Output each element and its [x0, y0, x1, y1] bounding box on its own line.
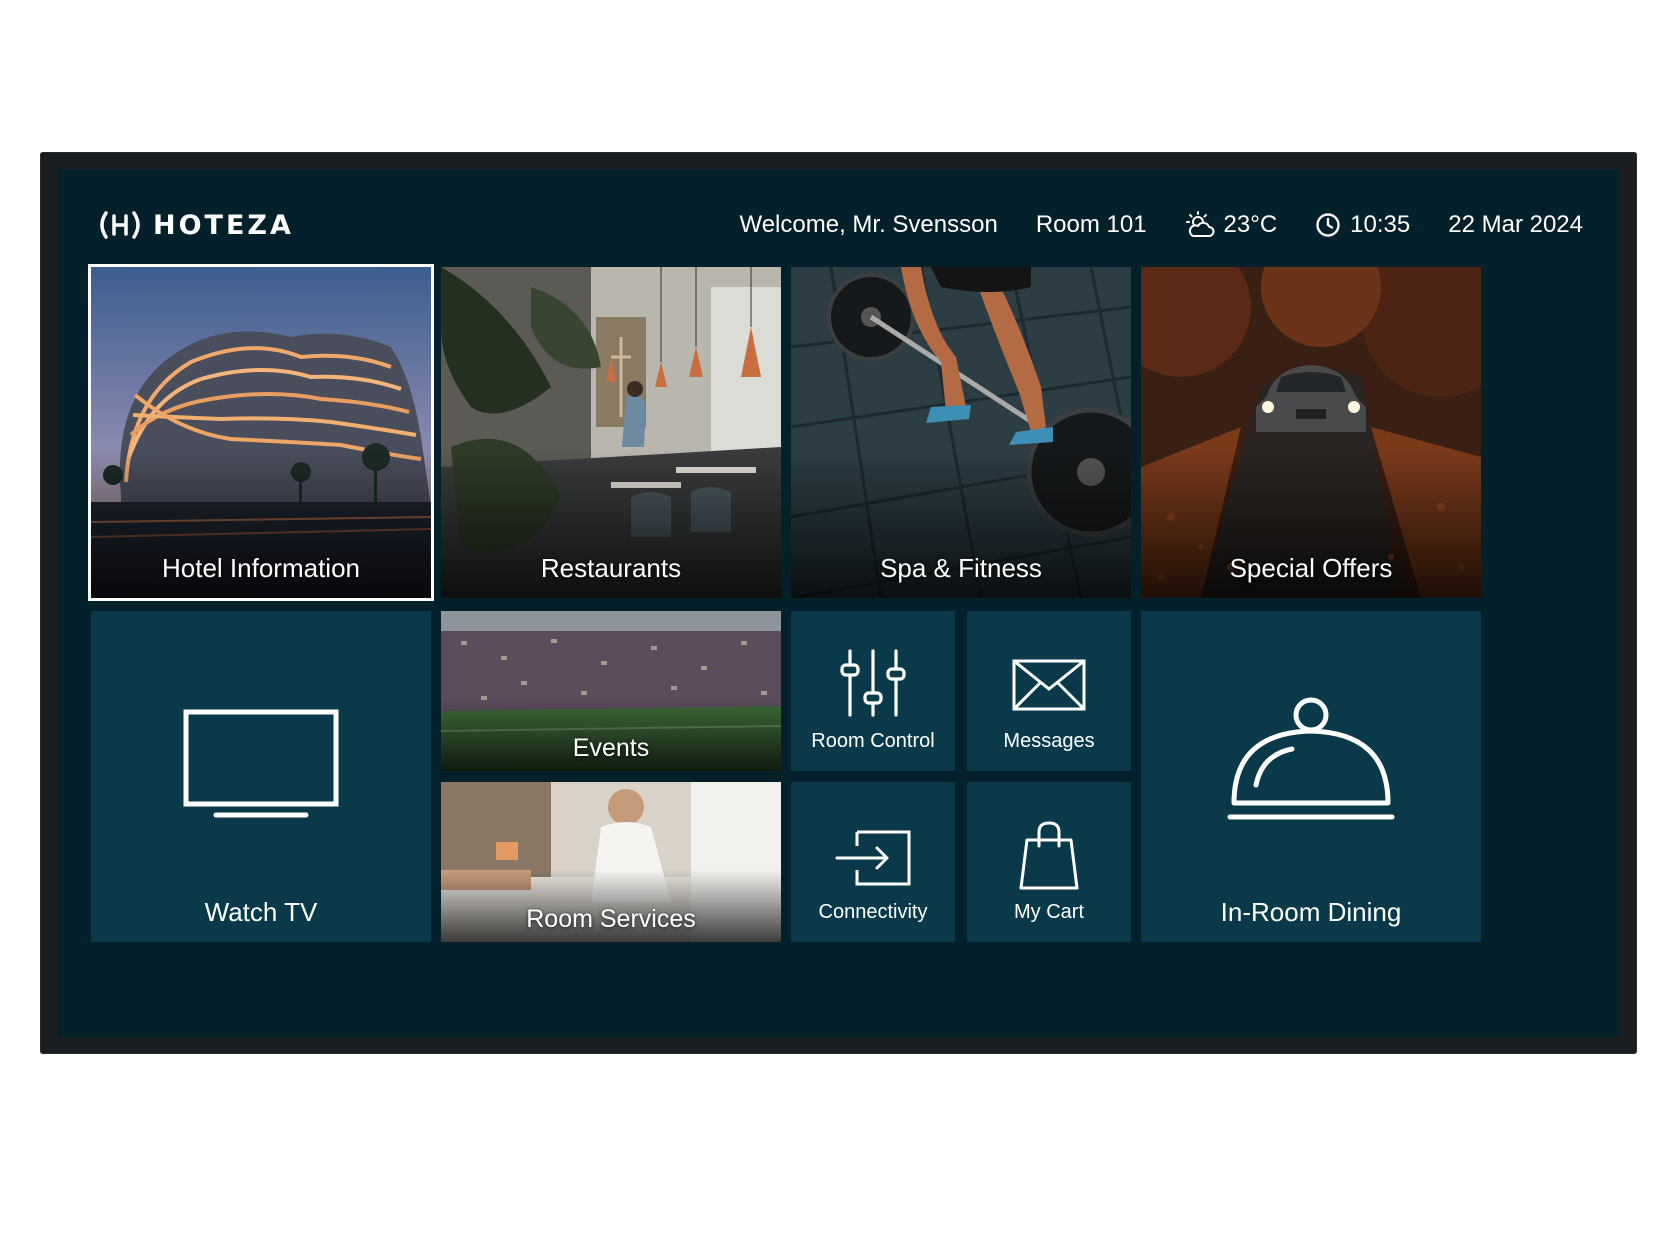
status-bar: Welcome, Mr. Svensson Room 101 23°C 10:3…	[701, 203, 1583, 247]
sliders-icon	[840, 649, 906, 717]
tile-label: Room Services	[526, 905, 696, 933]
tile-connectivity[interactable]: Connectivity	[791, 782, 955, 942]
welcome-message: Welcome, Mr. Svensson	[739, 211, 997, 239]
brand-logo: HOTEZA	[97, 205, 294, 245]
clock: 10:35	[1315, 211, 1410, 239]
room-text: Room 101	[1035, 211, 1147, 238]
car-autumn-image	[1141, 267, 1481, 598]
tile-watch-tv[interactable]: Watch TV	[91, 611, 431, 942]
time-text: 10:35	[1350, 211, 1411, 238]
hoteza-logo-icon	[100, 211, 140, 239]
tile-label: Connectivity	[818, 901, 928, 923]
tile-label: In-Room Dining	[1220, 897, 1402, 927]
partly-cloudy-icon	[1185, 211, 1215, 237]
cloche-icon	[1227, 697, 1395, 820]
welcome-text: Welcome, Mr. Svensson	[739, 211, 998, 238]
tile-in-room-dining[interactable]: In-Room Dining	[1141, 611, 1481, 942]
tile-label: My Cart	[1014, 901, 1084, 923]
brand-name: HOTEZA	[153, 209, 294, 241]
date: 22 Mar 2024	[1448, 211, 1583, 239]
tv-icon	[183, 709, 339, 818]
date-text: 22 Mar 2024	[1448, 211, 1583, 238]
tile-restaurants[interactable]: Restaurants	[441, 267, 781, 598]
tile-spa-fitness[interactable]: Spa & Fitness	[791, 267, 1131, 598]
tile-room-control[interactable]: Room Control	[791, 611, 955, 771]
clock-icon	[1316, 213, 1340, 237]
tile-events[interactable]: Events	[441, 611, 781, 771]
tile-label: Hotel Information	[162, 553, 360, 583]
tile-hotel-information[interactable]: Hotel Information	[88, 264, 434, 601]
hotel-building-image	[91, 267, 431, 598]
tile-label: Spa & Fitness	[880, 553, 1042, 583]
tile-label: Events	[572, 734, 650, 762]
room-number: Room 101	[1036, 211, 1147, 239]
temperature-text: 23°C	[1223, 211, 1278, 238]
weather: 23°C	[1185, 211, 1278, 239]
tile-my-cart[interactable]: My Cart	[967, 782, 1131, 942]
envelope-icon	[1012, 659, 1086, 711]
fitness-image	[791, 267, 1131, 598]
tile-label: Restaurants	[540, 553, 682, 583]
restaurant-image	[441, 267, 781, 598]
input-icon	[835, 830, 911, 886]
tile-messages[interactable]: Messages	[967, 611, 1131, 771]
tile-label: Room Control	[811, 730, 935, 752]
shopping-bag-icon	[1019, 821, 1079, 890]
tile-label: Messages	[1003, 730, 1095, 752]
tv-screen: HOTEZA Welcome, Mr. Svensson Room 101 23…	[57, 169, 1620, 1037]
tile-room-services[interactable]: Room Services	[441, 782, 781, 942]
tile-special-offers[interactable]: Special Offers	[1141, 267, 1481, 598]
tile-label: Special Offers	[1229, 553, 1393, 583]
tile-label: Watch TV	[204, 897, 318, 927]
